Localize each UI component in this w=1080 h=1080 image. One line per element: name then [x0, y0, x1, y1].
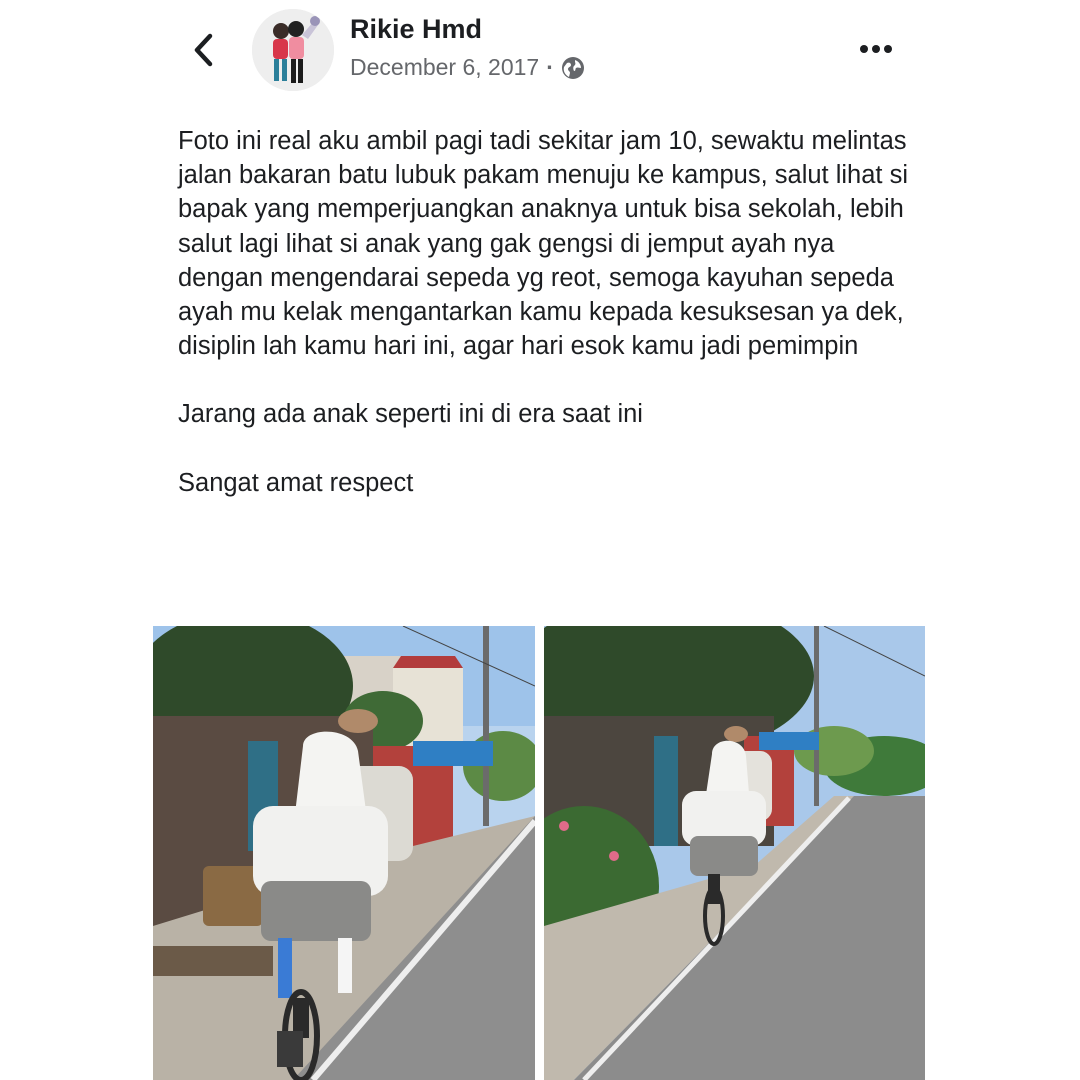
avatar[interactable] [252, 9, 334, 91]
more-dot [860, 45, 868, 53]
chevron-left-icon [194, 33, 213, 67]
more-options-button[interactable] [852, 34, 900, 64]
back-button[interactable] [186, 30, 220, 70]
post-paragraph-2: Jarang ada anak seperti ini di era saat … [178, 400, 643, 429]
meta-separator: · [546, 54, 554, 80]
globe-icon [561, 56, 584, 79]
more-dot [872, 45, 880, 53]
post-photo-1[interactable] [153, 626, 535, 1080]
photo-grid [153, 626, 925, 1080]
post-header: Rikie Hmd December 6, 2017 · [0, 0, 1080, 110]
more-dot [884, 45, 892, 53]
post-date[interactable]: December 6, 2017 [350, 54, 539, 81]
post-paragraph-3: Sangat amat respect [178, 468, 414, 497]
post-paragraph-1: Foto ini real aku ambil pagi tadi sekita… [178, 127, 908, 361]
avatar-image [252, 9, 334, 91]
author-name[interactable]: Rikie Hmd [350, 14, 482, 45]
post-photo-2[interactable] [544, 626, 925, 1080]
post-body: Foto ini real aku ambil pagi tadi sekita… [178, 124, 918, 500]
post-meta: December 6, 2017 · [350, 54, 585, 81]
